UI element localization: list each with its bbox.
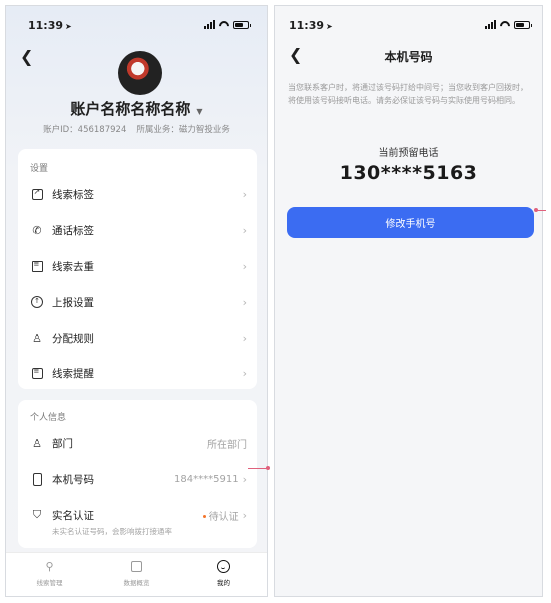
chevron-right-icon: › (242, 472, 247, 486)
tab-label: 数据概览 (123, 579, 150, 587)
settings-item-report[interactable]: ↑ 上报设置 › (30, 292, 247, 312)
notice-text: 当您联系客户时，将通过该号码打给中间号；当您收到客户回拨时，将使用该号码接听电话… (288, 83, 528, 105)
upload-icon: ↑ (30, 295, 44, 309)
tab-leads[interactable]: ⚲ 线索管理 (6, 553, 93, 596)
avatar[interactable] (118, 51, 162, 95)
status-time: 11:39 ➤ (28, 19, 72, 32)
change-phone-button[interactable]: 修改手机号 (287, 207, 534, 238)
settings-card: 设置 ↗ 线索标签 › ✆ 通话标签 › ≡ 线索去重 › ↑ 上报设置 › ♙… (18, 149, 257, 389)
chevron-right-icon: › (242, 331, 247, 345)
status-icons (485, 20, 532, 29)
settings-item-label: 通话标签 (52, 224, 94, 237)
data-icon (130, 559, 144, 573)
signal-icon (204, 20, 215, 29)
personal-item-phone[interactable]: 本机号码 184****5911 › (30, 469, 247, 489)
account-id: 账户ID：456187924 (43, 125, 127, 135)
phone-call-icon: ✆ (32, 223, 42, 237)
account-name[interactable]: 账户名称名称名称 ▼ (6, 98, 267, 119)
personal-item-department[interactable]: ♙ 部门 所在部门 (30, 433, 247, 453)
tab-label: 线索管理 (36, 579, 63, 587)
tab-mine[interactable]: 我的 (180, 553, 267, 596)
page-title: 本机号码 (384, 50, 433, 64)
settings-item-label: 线索提醒 (52, 367, 94, 380)
personal-title: 个人信息 (30, 413, 67, 423)
location-arrow-icon: ➤ (65, 22, 72, 31)
wifi-icon (219, 21, 229, 29)
dedupe-icon: ≡ (30, 259, 44, 273)
chevron-right-icon: › (242, 508, 247, 522)
profile-smile-icon (217, 559, 231, 573)
user-icon: ♙ (32, 436, 42, 450)
tag-icon: ↗ (30, 187, 44, 201)
chevron-right-icon: › (242, 223, 247, 237)
chevron-right-icon: › (242, 366, 247, 380)
settings-item-dedupe[interactable]: ≡ 线索去重 › (30, 256, 247, 276)
status-bar: 11:39 ➤ (6, 6, 267, 42)
account-meta: 账户ID：456187924 所属业务：磁力智投业务 (6, 123, 267, 135)
settings-title: 设置 (30, 164, 49, 174)
phone-label: 本机号码 (52, 473, 94, 486)
wifi-icon (500, 21, 510, 29)
assign-user-icon: ♙ (32, 331, 42, 345)
message-icon: ≡ (30, 366, 44, 380)
lead-icon: ⚲ (45, 559, 54, 573)
account-business: 所属业务：磁力智投业务 (136, 125, 230, 135)
settings-item-assign-rules[interactable]: ♙ 分配规则 › (30, 328, 247, 348)
back-icon[interactable]: ❮ (20, 48, 38, 66)
mobile-phone-icon (30, 472, 44, 486)
signal-icon (485, 20, 496, 29)
personal-item-realname[interactable]: ⛉ 实名认证 待认证 › (30, 505, 247, 525)
pending-dot-icon (202, 515, 206, 518)
phone-number-screen: 11:39 ➤ ❮ 本机号码 当您联系客户时，将通过该号码打给中间号；当您收到客户… (274, 5, 543, 597)
profile-screen: 11:39 ➤ ❮ 账户名称名称名称 ▼ 账户ID：456187924 所属业务：磁力… (5, 5, 268, 597)
status-bar: 11:39 ➤ (275, 6, 542, 42)
realname-status: 待认证 (202, 508, 239, 523)
settings-item-label: 上报设置 (52, 296, 94, 309)
annotation-connector (248, 466, 270, 470)
dropdown-caret-icon[interactable]: ▼ (196, 107, 202, 116)
status-icons (204, 20, 251, 29)
realname-label: 实名认证 (52, 509, 94, 522)
tab-bar: ⚲ 线索管理 数据概览 我的 (6, 552, 267, 596)
settings-item-label: 分配规则 (52, 332, 94, 345)
settings-item-lead-tags[interactable]: ↗ 线索标签 › (30, 184, 247, 204)
realname-note: 未实名认证号码，会影响拨打接通率 (52, 527, 172, 536)
chevron-right-icon: › (242, 187, 247, 201)
annotation-connector (534, 208, 546, 212)
battery-icon (514, 20, 532, 29)
tab-data[interactable]: 数据概览 (93, 553, 180, 596)
shield-check-icon: ⛉ (32, 508, 42, 521)
settings-item-label: 线索标签 (52, 188, 94, 201)
current-number: 130****5163 (339, 162, 478, 184)
chevron-right-icon: › (242, 295, 247, 309)
battery-icon (233, 20, 251, 29)
chevron-right-icon: › (242, 259, 247, 273)
location-arrow-icon: ➤ (326, 22, 333, 31)
phone-value: 184****5911 (174, 473, 239, 485)
settings-item-label: 线索去重 (52, 260, 94, 273)
settings-item-reminder[interactable]: ≡ 线索提醒 › (30, 363, 247, 383)
settings-item-call-tags[interactable]: ✆ 通话标签 › (30, 220, 247, 240)
personal-info-card: 个人信息 ♙ 部门 所在部门 本机号码 184****5911 › ⛉ 实名认证… (18, 400, 257, 548)
current-number-label: 当前预留电话 (378, 148, 439, 159)
status-time: 11:39 ➤ (289, 19, 333, 32)
tab-label: 我的 (217, 579, 230, 587)
stage: 11:39 ➤ ❮ 账户名称名称名称 ▼ 账户ID：456187924 所属业务：磁力… (0, 0, 551, 603)
department-value: 所在部门 (207, 439, 247, 451)
department-label: 部门 (52, 437, 73, 450)
